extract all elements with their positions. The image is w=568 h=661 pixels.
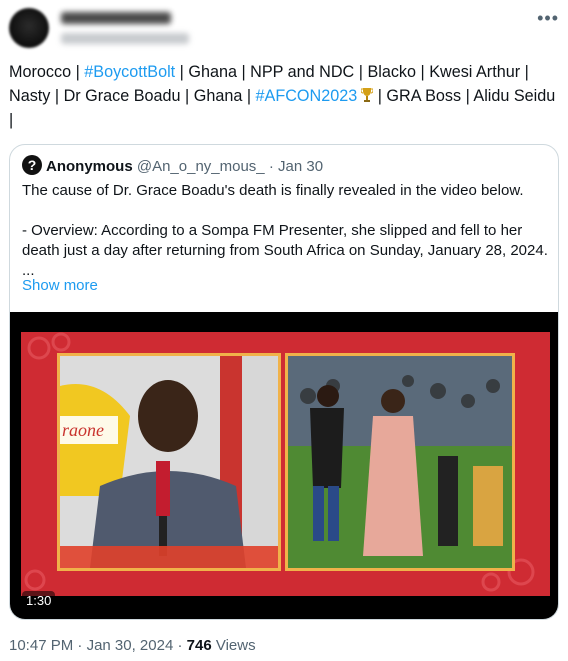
separator: · (264, 158, 278, 175)
avatar[interactable] (9, 8, 49, 48)
views-count[interactable]: 746 (187, 637, 212, 654)
quote-handle[interactable]: @An_o_ny_mous_ (137, 158, 265, 175)
video-left-panel: raone (57, 353, 281, 571)
trophy-icon (361, 88, 374, 102)
quote-date[interactable]: Jan 30 (278, 158, 323, 175)
video-right-panel (285, 353, 515, 571)
quote-ellipsis: ... (22, 262, 35, 279)
quoted-tweet[interactable]: ? Anonymous @An_o_ny_mous_ · Jan 30 The c… (9, 144, 559, 620)
presenter-thumbnail: raone (60, 356, 278, 568)
quote-line: - Overview: According to a Sompa FM Pres… (22, 222, 548, 259)
quote-text: The cause of Dr. Grace Boadu's death is … (22, 181, 550, 281)
quote-author-name[interactable]: Anonymous (46, 158, 133, 175)
tweet-text: Morocco | #BoycottBolt | Ghana | NPP and… (9, 60, 559, 132)
tweet-text-part: Morocco | (9, 63, 85, 81)
more-horizontal-icon[interactable]: ••• (537, 8, 559, 29)
question-mark-icon: ? (27, 157, 37, 173)
event-thumbnail (288, 356, 512, 568)
separator: · (173, 637, 187, 654)
tweet-footer: 10:47 PM · Jan 30, 2024 · 746 Views (9, 637, 256, 654)
video-duration: 1:30 (22, 591, 56, 610)
views-label: Views (211, 637, 256, 654)
tweet-header: ••• (9, 6, 559, 58)
author-name-blurred[interactable] (61, 12, 171, 24)
hashtag-boycottbolt[interactable]: #BoycottBolt (84, 63, 175, 81)
quote-header: ? Anonymous @An_o_ny_mous_ · Jan 30 (22, 155, 323, 175)
tweet-time[interactable]: 10:47 PM (9, 637, 73, 654)
svg-text:raone: raone (62, 420, 104, 440)
author-handle-blurred[interactable] (61, 33, 189, 44)
tweet-date[interactable]: Jan 30, 2024 (87, 637, 174, 654)
quote-line: The cause of Dr. Grace Boadu's death is … (22, 182, 524, 199)
show-more-link[interactable]: Show more (22, 277, 98, 294)
quote-avatar[interactable]: ? (22, 155, 42, 175)
hashtag-afcon2023[interactable]: #AFCON2023 (256, 87, 358, 105)
video-player[interactable]: raone 1:30 (10, 312, 558, 619)
separator: · (73, 637, 87, 654)
